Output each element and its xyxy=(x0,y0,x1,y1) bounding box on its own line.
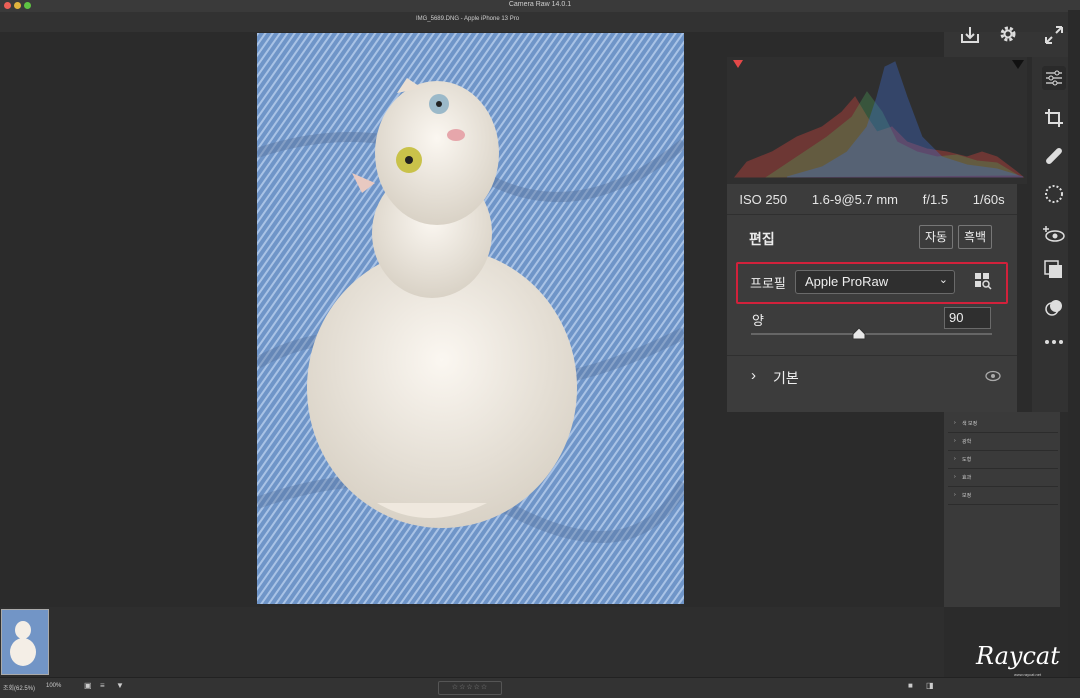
exif-shutter: 1/60s xyxy=(972,191,1005,207)
exif-info: ISO 250 1.6-9@5.7 mm f/1.5 1/60s xyxy=(727,184,1017,214)
open-save-icon[interactable] xyxy=(958,24,982,46)
histogram xyxy=(727,57,1027,184)
edit-header: 편집 자동 흑백 xyxy=(727,214,1017,259)
auto-button[interactable]: 자동 xyxy=(919,225,954,249)
zoom-percent-select[interactable]: 100% xyxy=(46,683,61,689)
sort-icon[interactable]: ≡ xyxy=(100,681,105,690)
fullscreen-icon[interactable] xyxy=(1043,24,1065,46)
panel-calibration[interactable]: › 보정 xyxy=(948,487,1058,505)
redeye-icon[interactable] xyxy=(1042,222,1066,246)
profile-select[interactable]: Apple ProRaw ⌄ xyxy=(795,270,955,294)
edit-sliders-icon[interactable] xyxy=(1042,66,1066,90)
profile-row: 프로필 Apple ProRaw ⌄ xyxy=(736,262,1008,304)
mask-icon[interactable] xyxy=(1042,182,1066,206)
app-title: Camera Raw 14.0.1 xyxy=(508,1,572,8)
presets-icon[interactable] xyxy=(1042,258,1066,282)
more-icon[interactable] xyxy=(1042,330,1066,354)
basic-label: 기본 xyxy=(773,370,799,386)
document-title: IMG_5689.DNG - Apple iPhone 13 Pro xyxy=(415,16,520,22)
chevron-down-icon: ⌄ xyxy=(938,274,948,286)
view-icon[interactable]: ▣ xyxy=(84,681,92,690)
zoom-level[interactable]: 조회(62.5%) xyxy=(3,683,35,692)
heal-icon[interactable] xyxy=(1042,144,1066,168)
gear-icon[interactable] xyxy=(997,23,1019,45)
watermark-sub: www.raycat.net xyxy=(1014,672,1042,677)
basic-section[interactable]: › 기본 xyxy=(727,355,1017,400)
photo-preview[interactable] xyxy=(257,33,684,604)
shadow-clipping-icon xyxy=(733,60,743,68)
amount-input[interactable]: 90 xyxy=(944,307,991,329)
crop-icon[interactable] xyxy=(1042,106,1066,130)
panel-effects[interactable]: › 효과 xyxy=(948,469,1058,487)
status-bar: 조회(62.5%) 100% ▣ ≡ ▼ ☆☆☆☆☆ ■ ◨ xyxy=(0,677,1080,698)
filter-icon[interactable]: ▼ xyxy=(116,681,124,690)
exif-iso: ISO 250 xyxy=(739,191,788,207)
document-header: IMG_5689.DNG - Apple iPhone 13 Pro xyxy=(0,12,1080,32)
panel-color-grading[interactable]: › 색 보정 xyxy=(948,415,1058,433)
filmstrip xyxy=(0,607,944,677)
snapshots-icon[interactable] xyxy=(1042,296,1066,320)
far-rail xyxy=(1068,10,1080,697)
compare-view-icon[interactable]: ◨ xyxy=(926,681,934,690)
exif-aperture: f/1.5 xyxy=(922,191,949,207)
exif-lens: 1.6-9@5.7 mm xyxy=(811,191,898,207)
panel-geometry[interactable]: › 도형 xyxy=(948,451,1058,469)
profile-value: Apple ProRaw xyxy=(805,274,889,289)
edit-title: 편집 xyxy=(749,231,775,247)
panel-optics[interactable]: › 광학 xyxy=(948,433,1058,451)
amount-slider[interactable] xyxy=(751,333,992,335)
filmstrip-thumbnail[interactable] xyxy=(1,609,49,675)
black-white-button[interactable]: 흑백 xyxy=(958,225,993,249)
profile-label: 프로필 xyxy=(750,276,786,291)
profile-browser-icon[interactable] xyxy=(974,272,992,290)
single-view-icon[interactable]: ■ xyxy=(908,681,913,690)
chevron-right-icon: › xyxy=(751,367,756,384)
watermark-text: Raycat xyxy=(976,642,1060,670)
amount-value: 90 xyxy=(949,310,964,325)
amount-label: 양 xyxy=(752,313,764,328)
watermark: Raycat www.raycat.net xyxy=(970,640,1060,680)
rating-stars[interactable]: ☆☆☆☆☆ xyxy=(438,681,502,695)
eye-icon[interactable] xyxy=(985,369,1001,387)
